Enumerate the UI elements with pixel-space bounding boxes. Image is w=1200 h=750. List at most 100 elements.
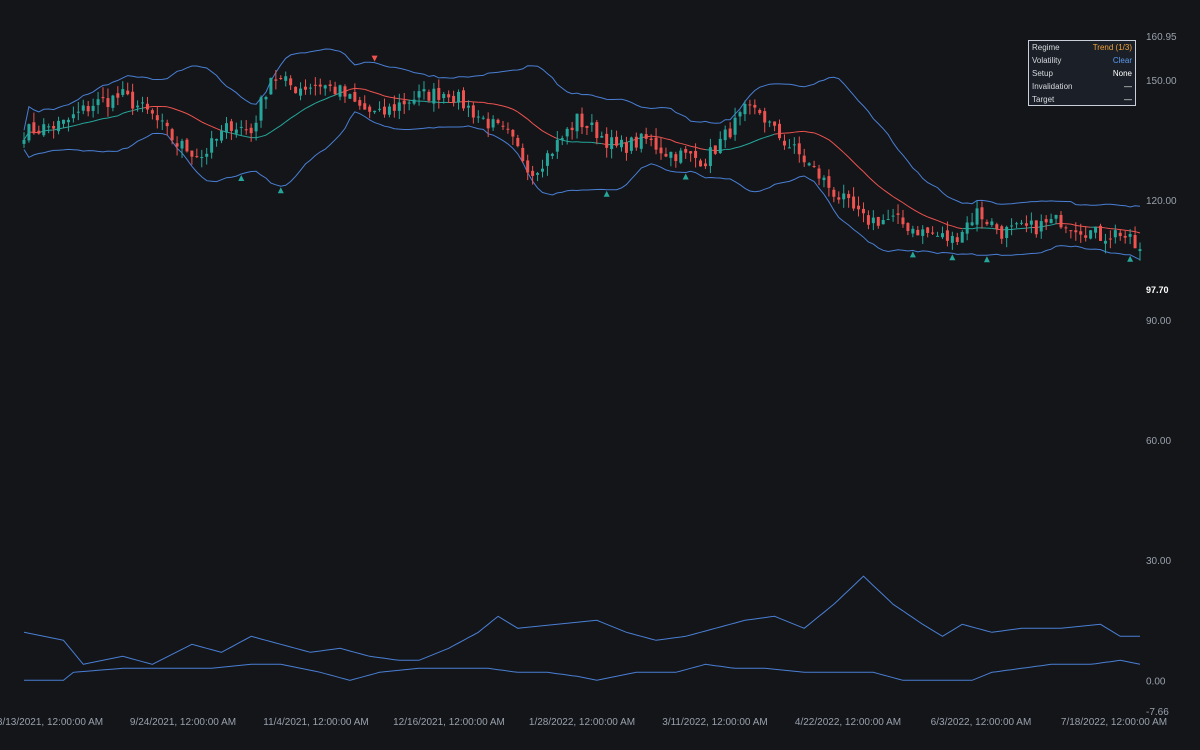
y-axis: 160.95150.00120.0090.0060.0030.000.00-7.… bbox=[1146, 32, 1177, 718]
bollinger-mid-segment bbox=[107, 116, 114, 119]
candle-body bbox=[155, 115, 159, 121]
bollinger-mid-segment bbox=[700, 148, 706, 151]
candle-body bbox=[220, 130, 224, 141]
candle-body bbox=[570, 127, 574, 131]
bollinger-mid-segment bbox=[922, 214, 928, 218]
candle-body bbox=[116, 93, 120, 98]
bollinger-mid-segment bbox=[833, 143, 840, 149]
bollinger-mid-segment bbox=[1026, 227, 1032, 229]
candle-body bbox=[205, 153, 209, 157]
candle-body bbox=[585, 126, 589, 128]
candle-body bbox=[254, 122, 258, 132]
bollinger-mid-segment bbox=[794, 131, 800, 133]
candle-body bbox=[723, 129, 727, 141]
candle-body bbox=[1074, 230, 1078, 233]
candle-body bbox=[931, 232, 935, 234]
candle-body bbox=[1034, 220, 1038, 235]
candle-body bbox=[32, 122, 36, 134]
candle-body bbox=[476, 116, 480, 118]
bollinger-mid-segment bbox=[868, 176, 874, 182]
candle-body bbox=[402, 100, 406, 105]
bollinger-mid-segment bbox=[858, 166, 864, 172]
candle-body bbox=[229, 121, 233, 131]
bollinger-mid-segment bbox=[907, 205, 914, 210]
candle-body bbox=[427, 91, 431, 101]
price-chart[interactable]: 160.95150.00120.0090.0060.0030.000.00-7.… bbox=[0, 0, 1200, 750]
candle-body bbox=[224, 123, 228, 133]
bollinger-mid-segment bbox=[818, 134, 825, 138]
bollinger-mid-segment bbox=[848, 156, 854, 163]
candle-body bbox=[1019, 222, 1023, 224]
bollinger-mid-segment bbox=[171, 107, 178, 111]
candle-body bbox=[397, 102, 401, 111]
bollinger-mid-segment bbox=[685, 144, 691, 147]
candle-body bbox=[185, 139, 189, 152]
bollinger-mid-segment bbox=[527, 118, 533, 124]
candle-body bbox=[861, 208, 865, 214]
candle-body bbox=[580, 113, 584, 128]
candle-body bbox=[639, 133, 643, 149]
bollinger-mid-segment bbox=[660, 136, 667, 140]
bollinger-mid-segment bbox=[310, 102, 316, 107]
candle-body bbox=[817, 168, 821, 179]
x-tick-label: 3/11/2022, 12:00:00 AM bbox=[662, 717, 767, 728]
bollinger-mid-segment bbox=[804, 130, 810, 133]
candle-body bbox=[447, 94, 451, 98]
candle-body bbox=[511, 129, 515, 137]
buy-signal-marker bbox=[949, 254, 956, 261]
y-tick-label: 30.00 bbox=[1146, 556, 1171, 567]
candle-body bbox=[1024, 223, 1028, 226]
candle-body bbox=[1118, 232, 1122, 237]
bollinger-mid-segment bbox=[1125, 229, 1131, 232]
candle-body bbox=[807, 163, 811, 166]
candle-body bbox=[1049, 219, 1053, 224]
candle-body bbox=[1123, 235, 1127, 238]
candle-body bbox=[896, 213, 900, 215]
candle-body bbox=[1039, 221, 1043, 232]
bollinger-mid-segment bbox=[176, 109, 183, 113]
candle-body bbox=[955, 237, 959, 242]
candle-body bbox=[136, 105, 140, 108]
candle-body bbox=[496, 119, 500, 124]
bollinger-mid-segment bbox=[680, 142, 686, 146]
candle-body bbox=[526, 160, 530, 173]
bollinger-mid-segment bbox=[512, 108, 519, 113]
bollinger-mid-segment bbox=[320, 98, 326, 102]
indicator-pane bbox=[23, 575, 1141, 681]
candle-body bbox=[289, 78, 293, 86]
bollinger-mid-segment bbox=[1115, 228, 1121, 231]
candle-body bbox=[175, 143, 179, 147]
candle-body bbox=[343, 86, 347, 97]
candle-body bbox=[1015, 223, 1019, 225]
candle-body bbox=[442, 94, 446, 99]
candle-body bbox=[66, 119, 70, 123]
buy-signal-marker bbox=[238, 175, 245, 182]
candle-body bbox=[131, 91, 135, 109]
candle-body bbox=[847, 194, 851, 199]
status-value: Trend (1/3) bbox=[1092, 43, 1132, 52]
bollinger-mid-segment bbox=[937, 220, 943, 224]
candle-body bbox=[81, 105, 85, 111]
bollinger-mid-segment bbox=[507, 106, 514, 110]
bollinger-mid-segment bbox=[675, 141, 681, 144]
y-tick-label: 60.00 bbox=[1146, 436, 1171, 447]
candle-body bbox=[501, 125, 505, 127]
bollinger-mid-segment bbox=[754, 138, 760, 142]
candle-body bbox=[412, 99, 416, 104]
x-tick-label: 6/3/2022, 12:00:00 AM bbox=[931, 717, 1032, 728]
candle-body bbox=[422, 89, 426, 92]
candle-body bbox=[62, 119, 66, 124]
bollinger-mid-segment bbox=[483, 101, 489, 104]
bollinger-mid-segment bbox=[83, 121, 89, 124]
bollinger-mid-segment bbox=[1070, 223, 1076, 226]
buy-signal-marker bbox=[277, 187, 284, 194]
bollinger-mid-segment bbox=[1080, 225, 1086, 228]
candle-body bbox=[560, 138, 564, 140]
candle-body bbox=[57, 120, 61, 132]
candle-body bbox=[787, 147, 791, 149]
bollinger-mid-segment bbox=[167, 106, 173, 109]
candle-body bbox=[886, 219, 890, 221]
status-row-invalidation: Invalidation — bbox=[1029, 80, 1135, 93]
candle-body bbox=[111, 95, 115, 108]
candle-body bbox=[906, 223, 910, 231]
